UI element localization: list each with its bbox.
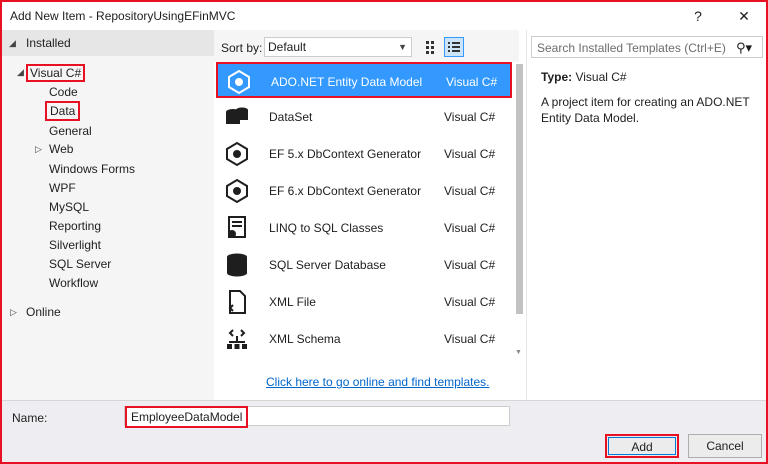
dataset-icon [224, 104, 250, 130]
xml-file-icon [224, 289, 250, 315]
template-name: EF 5.x DbContext Generator [269, 147, 422, 161]
template-language: Visual C# [444, 184, 496, 198]
chevron-down-icon: ▼ [398, 42, 407, 52]
help-button[interactable]: ? [684, 5, 712, 27]
expanded-arrow-icon: ◢ [17, 67, 24, 77]
list-view-icon[interactable] [444, 37, 464, 57]
medium-icons-view-icon[interactable] [422, 37, 442, 57]
template-language: Visual C# [444, 332, 496, 346]
template-description: A project item for creating an ADO.NET E… [541, 95, 750, 125]
window-title: Add New Item - RepositoryUsingEFinMVC [10, 9, 236, 23]
tree-item-online[interactable]: Online [26, 305, 61, 319]
template-language: Visual C# [444, 258, 496, 272]
tree-item-web[interactable]: Web [49, 142, 73, 156]
template-name: LINQ to SQL Classes [269, 221, 384, 235]
dbcontext-generator-icon [224, 178, 250, 204]
find-templates-online-link[interactable]: Click here to go online and find templat… [266, 375, 489, 389]
template-list: ADO.NET Entity Data Model Visual C# Data… [214, 62, 519, 372]
template-list-scrollbar[interactable]: ▼ [513, 62, 525, 362]
entity-model-icon [226, 69, 252, 95]
expanded-arrow-icon: ◢ [9, 38, 16, 48]
template-language: Visual C# [444, 147, 496, 161]
template-name: DataSet [269, 110, 313, 124]
scrollbar-thumb[interactable] [516, 64, 523, 314]
type-line: Type: Visual C# [541, 70, 627, 84]
template-language: Visual C# [444, 110, 496, 124]
close-button[interactable]: ✕ [730, 5, 758, 27]
tree-item-mysql[interactable]: MySQL [49, 200, 89, 214]
cancel-button[interactable]: Cancel [688, 434, 762, 458]
database-icon [224, 252, 250, 278]
linq-to-sql-icon [224, 215, 250, 241]
installed-header[interactable]: ◢ Installed [2, 30, 214, 56]
sort-value: Default [268, 40, 307, 54]
template-name: ADO.NET Entity Data Model [271, 75, 423, 89]
tree-item-visual-csharp[interactable]: Visual C# [26, 64, 86, 82]
tree-item-data[interactable]: Data [45, 101, 81, 121]
template-item-ef6-dbcontext[interactable]: EF 6.x DbContext Generator Visual C# [216, 173, 512, 209]
template-item-sql-server-db[interactable]: SQL Server Database Visual C# [216, 247, 512, 283]
sort-dropdown[interactable]: Default ▼ [264, 37, 412, 57]
xml-schema-icon [224, 326, 250, 352]
template-item-xml-schema[interactable]: XML Schema Visual C# [216, 321, 512, 357]
template-name: SQL Server Database [269, 258, 386, 272]
name-field[interactable]: EmployeeDataModel [124, 406, 510, 428]
tree-item-workflow[interactable]: Workflow [49, 276, 98, 290]
tree-item-general[interactable]: General [49, 124, 92, 138]
template-language: Visual C# [444, 295, 496, 309]
add-button[interactable]: Add [605, 434, 679, 458]
type-value: Visual C# [575, 70, 627, 84]
sort-label: Sort by: [221, 41, 263, 55]
tree-item-silverlight[interactable]: Silverlight [49, 238, 101, 252]
template-name: XML File [269, 295, 316, 309]
template-item-ado-net[interactable]: ADO.NET Entity Data Model Visual C# [216, 62, 512, 98]
template-item-linq-to-sql[interactable]: LINQ to SQL Classes Visual C# [216, 210, 512, 246]
installed-label: Installed [26, 36, 71, 50]
template-item-dataset[interactable]: DataSet Visual C# [216, 99, 512, 135]
bottom-bar: Name: EmployeeDataModel Add Cancel [2, 400, 766, 462]
name-field-value: EmployeeDataModel [125, 406, 249, 428]
template-item-ef5-dbcontext[interactable]: EF 5.x DbContext Generator Visual C# [216, 136, 512, 172]
template-name: EF 6.x DbContext Generator [269, 184, 422, 198]
tree-item-sql-server[interactable]: SQL Server [49, 257, 111, 271]
template-language: Visual C# [444, 221, 496, 235]
search-icon[interactable]: ⚲▾ [736, 40, 752, 56]
category-tree: ◢ Installed ◢ Visual C# Code Data Genera… [2, 30, 214, 400]
details-pane: Search Installed Templates (Ctrl+E) ⚲▾ T… [526, 30, 766, 400]
type-label: Type: [541, 70, 573, 84]
collapsed-arrow-icon[interactable]: ▷ [35, 144, 42, 155]
collapsed-arrow-icon[interactable]: ▷ [10, 307, 17, 318]
scroll-down-arrow-icon[interactable]: ▼ [515, 349, 522, 356]
tree-item-code[interactable]: Code [49, 85, 78, 99]
template-language: Visual C# [446, 75, 498, 89]
tree-item-reporting[interactable]: Reporting [49, 219, 101, 233]
title-bar: Add New Item - RepositoryUsingEFinMVC ? … [2, 2, 766, 30]
sort-toolbar: Sort by: Default ▼ [214, 30, 519, 62]
template-name: XML Schema [269, 332, 341, 346]
template-item-xml-file[interactable]: XML File Visual C# [216, 284, 512, 320]
add-new-item-dialog: Add New Item - RepositoryUsingEFinMVC ? … [0, 0, 768, 464]
search-placeholder: Search Installed Templates (Ctrl+E) [537, 41, 726, 55]
dbcontext-generator-icon [224, 141, 250, 167]
tree-item-windows-forms[interactable]: Windows Forms [49, 162, 135, 176]
name-label: Name: [12, 411, 48, 425]
search-templates-input[interactable]: Search Installed Templates (Ctrl+E) ⚲▾ [531, 36, 763, 58]
tree-item-wpf[interactable]: WPF [49, 181, 76, 195]
